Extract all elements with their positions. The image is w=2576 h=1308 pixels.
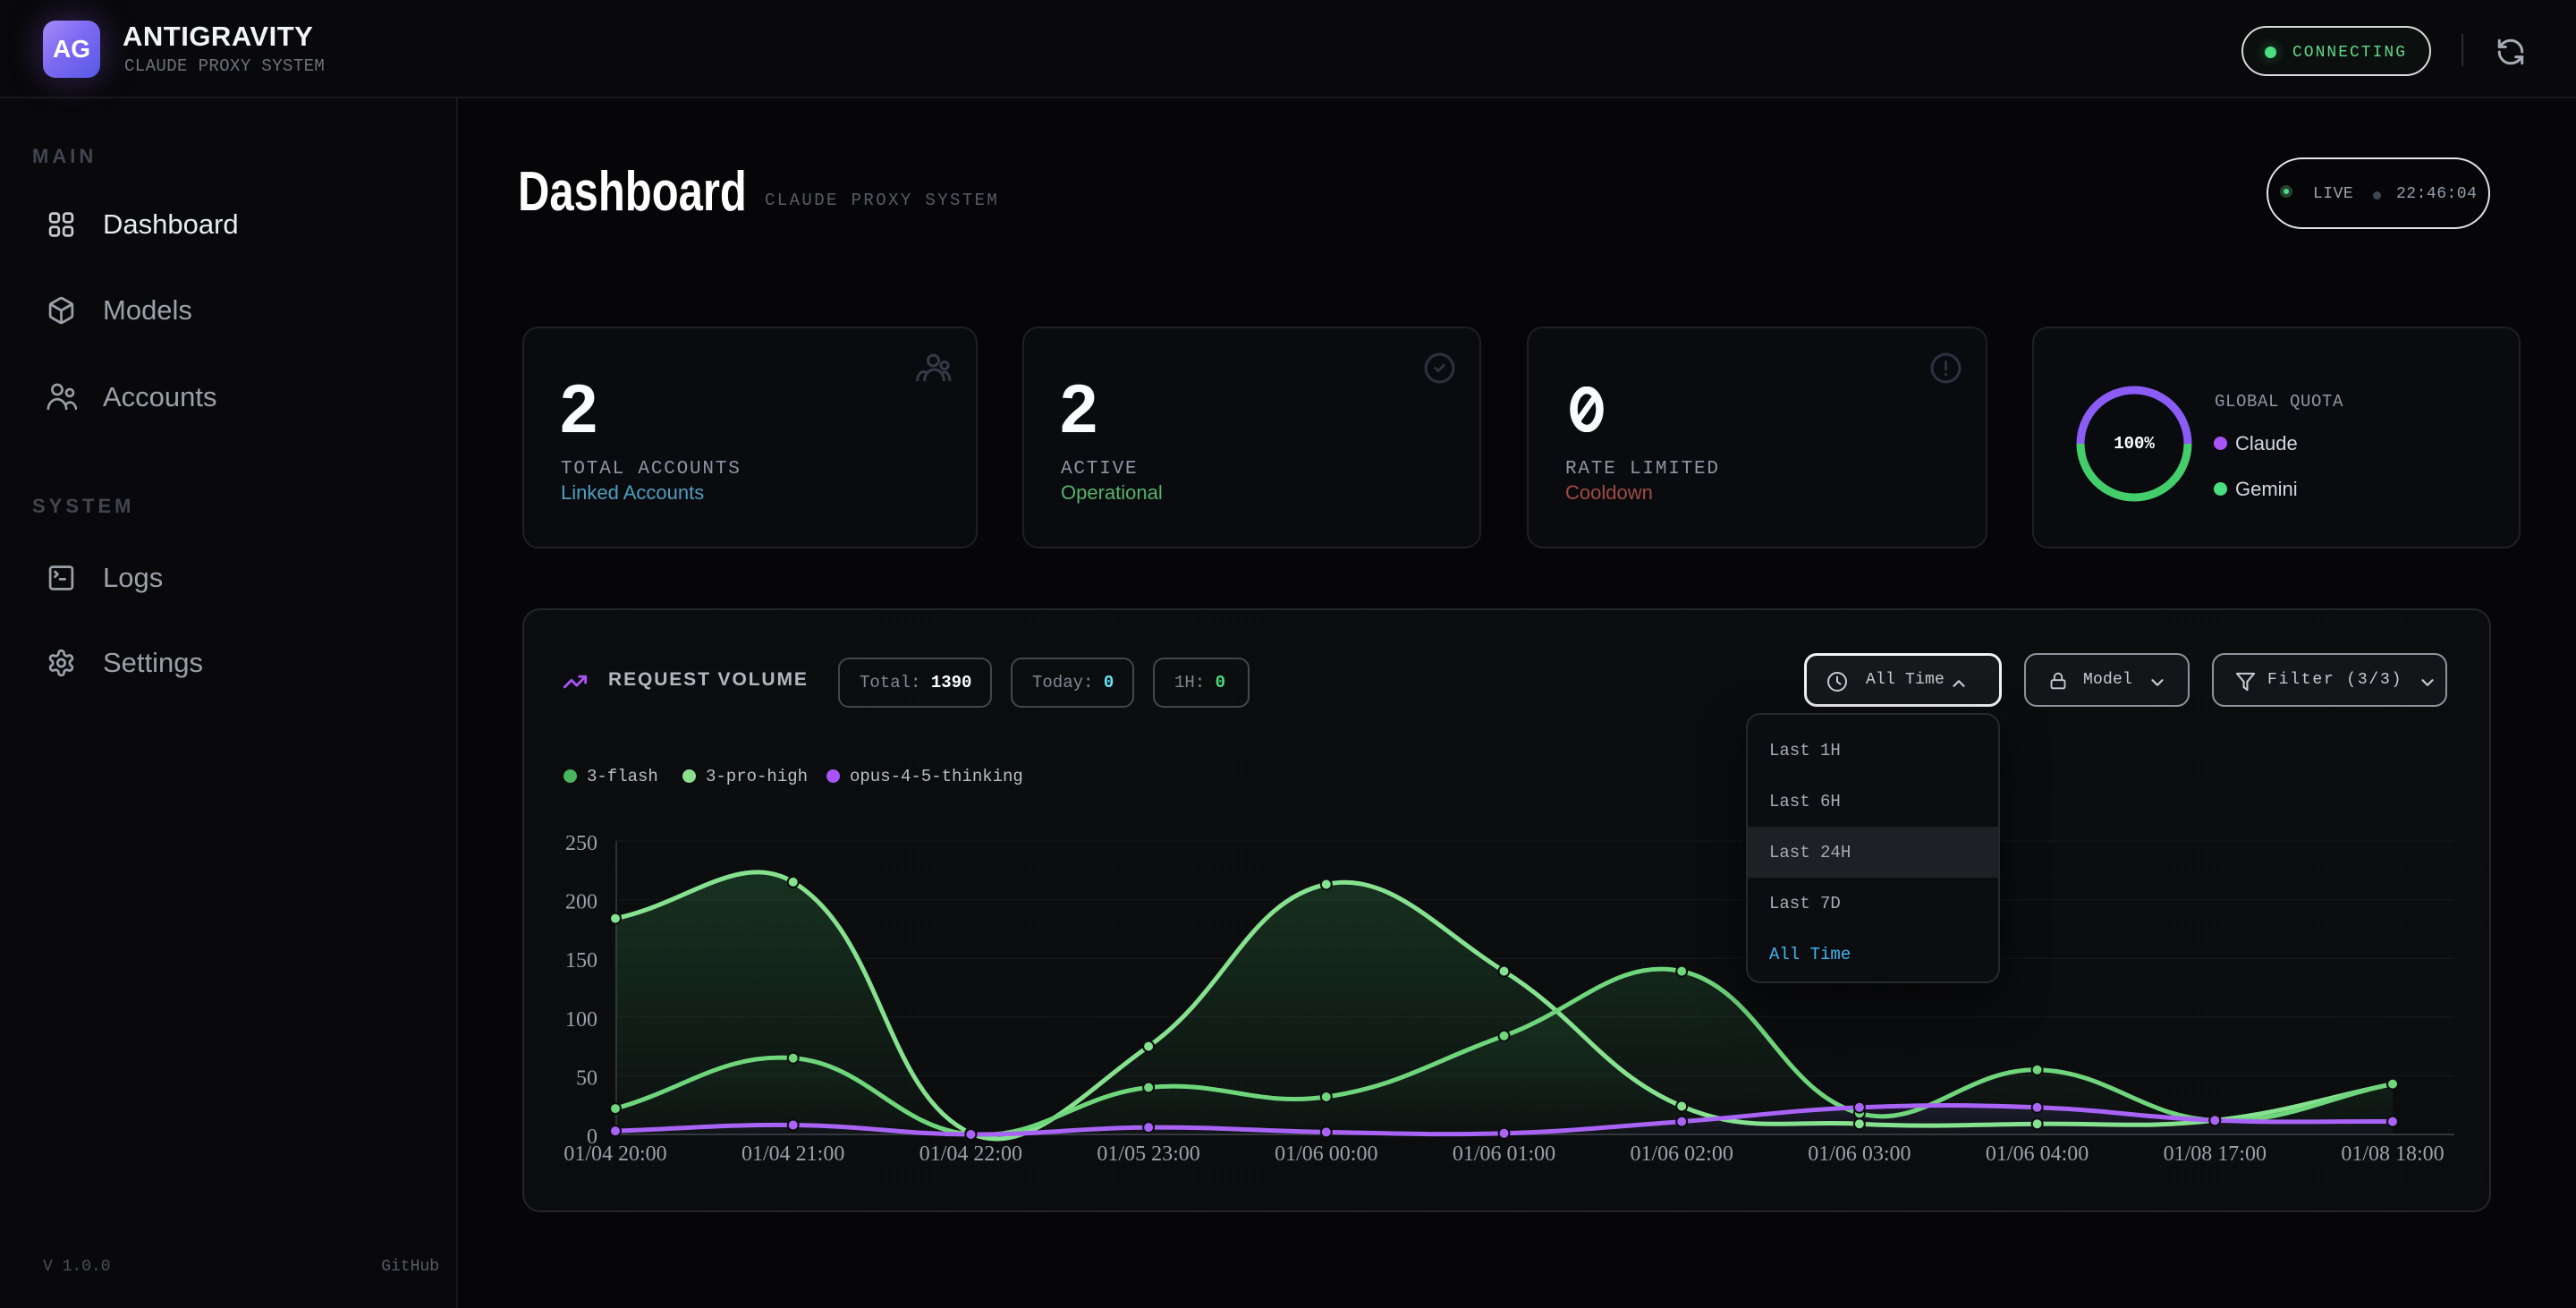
svg-text:01/04 22:00: 01/04 22:00 bbox=[919, 1142, 1022, 1166]
svg-text:01/06 03:00: 01/06 03:00 bbox=[1808, 1142, 1911, 1166]
svg-text:150: 150 bbox=[565, 949, 597, 973]
svg-text:01/06 01:00: 01/06 01:00 bbox=[1453, 1142, 1555, 1166]
svg-text:50: 50 bbox=[576, 1066, 597, 1090]
svg-text:01/06 04:00: 01/06 04:00 bbox=[1986, 1142, 2089, 1166]
svg-text:250: 250 bbox=[565, 832, 597, 855]
svg-text:100: 100 bbox=[565, 1008, 597, 1032]
svg-text:01/06 02:00: 01/06 02:00 bbox=[1631, 1142, 1733, 1166]
svg-text:01/04 21:00: 01/04 21:00 bbox=[741, 1142, 844, 1166]
svg-text:01/08 18:00: 01/08 18:00 bbox=[2341, 1142, 2444, 1166]
svg-text:01/06 00:00: 01/06 00:00 bbox=[1275, 1142, 1377, 1166]
svg-text:200: 200 bbox=[565, 891, 597, 914]
svg-text:01/05 23:00: 01/05 23:00 bbox=[1097, 1142, 1199, 1166]
svg-text:01/04 20:00: 01/04 20:00 bbox=[564, 1142, 666, 1166]
svg-text:01/08 17:00: 01/08 17:00 bbox=[2164, 1142, 2267, 1166]
